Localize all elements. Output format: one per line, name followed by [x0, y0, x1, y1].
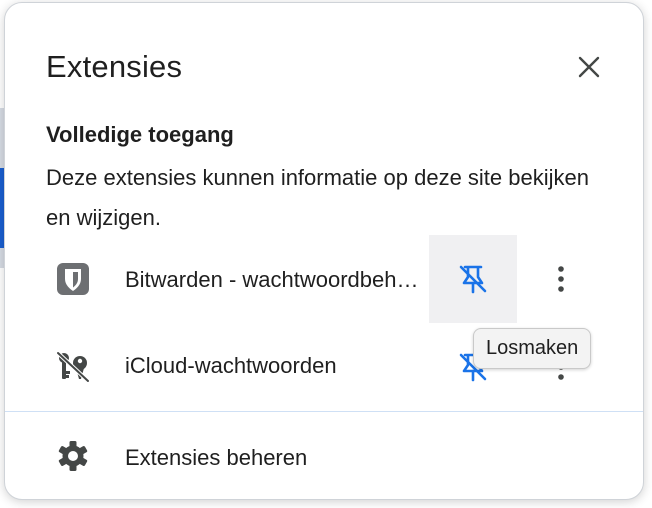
unpin-button[interactable] — [429, 235, 517, 323]
extension-name: iCloud-wachtwoorden — [125, 353, 337, 378]
unpin-icon — [459, 265, 487, 294]
gear-icon — [55, 438, 91, 474]
extensions-menu: Extensies Volledige toegang Deze extensi… — [4, 2, 644, 500]
manage-extensions-button[interactable]: Extensies beheren — [5, 412, 643, 499]
close-button[interactable] — [571, 49, 607, 85]
section-description: Deze extensies kunnen informatie op deze… — [46, 165, 589, 230]
icloud-passwords-key-icon — [54, 348, 92, 386]
extension-row-bitwarden[interactable]: Bitwarden - wachtwoordbeheer — [5, 235, 643, 323]
panel-title: Extensies — [46, 49, 183, 84]
manage-extensions-label: Extensies beheren — [125, 445, 308, 470]
section-heading: Volledige toegang — [46, 122, 234, 147]
more-options-button[interactable] — [541, 259, 581, 299]
extension-name: Bitwarden - wachtwoordbeheer — [125, 267, 425, 292]
more-vert-icon — [558, 266, 564, 292]
close-icon — [578, 56, 600, 78]
bitwarden-shield-icon — [54, 260, 92, 298]
unpin-tooltip: Losmaken — [473, 328, 592, 369]
